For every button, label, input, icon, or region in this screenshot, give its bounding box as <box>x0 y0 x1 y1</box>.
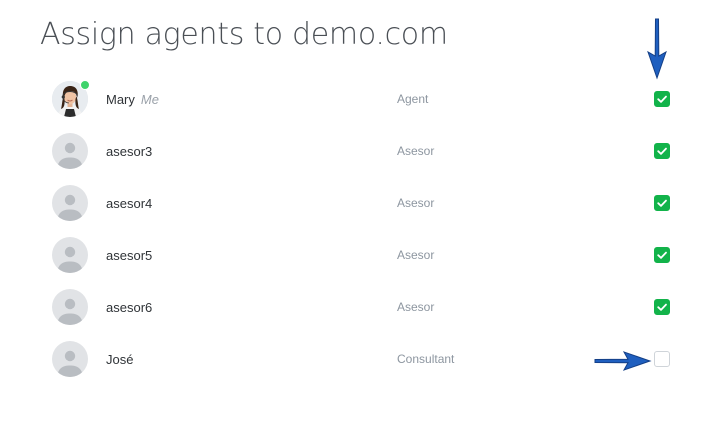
assign-agents-page: Assign agents to demo.com Mary Me Agent … <box>0 0 720 435</box>
avatar-placeholder-icon <box>52 133 88 169</box>
assign-checkbox[interactable] <box>654 195 670 211</box>
avatar-placeholder-icon <box>52 185 88 221</box>
assign-checkbox[interactable] <box>654 247 670 263</box>
agent-role: Consultant <box>397 352 455 366</box>
agent-row: asesor4 Asesor <box>0 177 720 229</box>
agent-role: Agent <box>397 92 429 106</box>
agent-row: Mary Me Agent <box>0 73 720 125</box>
me-tag: Me <box>140 92 159 107</box>
assign-checkbox[interactable] <box>654 299 670 315</box>
agent-role: Asesor <box>397 196 435 210</box>
agent-row: asesor5 Asesor <box>0 229 720 281</box>
online-status-dot <box>80 80 90 90</box>
checkmark-icon <box>657 251 667 259</box>
checkmark-icon <box>657 95 667 103</box>
agent-list: Mary Me Agent asesor3 Asesor asesor4 Ase… <box>0 73 720 385</box>
agent-role: Asesor <box>397 248 435 262</box>
agent-name: asesor6 <box>106 300 153 315</box>
page-title: Assign agents to demo.com <box>40 17 448 52</box>
agent-row: asesor6 Asesor <box>0 281 720 333</box>
avatar-placeholder-icon <box>52 289 88 325</box>
checkmark-icon <box>657 199 667 207</box>
assign-checkbox[interactable] <box>654 91 670 107</box>
assign-checkbox[interactable] <box>654 351 670 367</box>
assign-checkbox[interactable] <box>654 143 670 159</box>
agent-name: José <box>106 352 134 367</box>
agent-name: Mary Me <box>106 92 159 107</box>
checkmark-icon <box>657 147 667 155</box>
agent-name: asesor5 <box>106 248 153 263</box>
arrow-down-icon <box>647 18 667 80</box>
agent-name: asesor4 <box>106 196 153 211</box>
agent-name-text: Mary <box>106 92 135 107</box>
avatar <box>52 80 90 117</box>
checkmark-icon <box>657 303 667 311</box>
agent-row: asesor3 Asesor <box>0 125 720 177</box>
agent-role: Asesor <box>397 300 435 314</box>
arrow-right-icon <box>594 351 652 371</box>
avatar-placeholder-icon <box>52 237 88 273</box>
avatar-placeholder-icon <box>52 341 88 377</box>
agent-role: Asesor <box>397 144 435 158</box>
agent-name: asesor3 <box>106 144 153 159</box>
